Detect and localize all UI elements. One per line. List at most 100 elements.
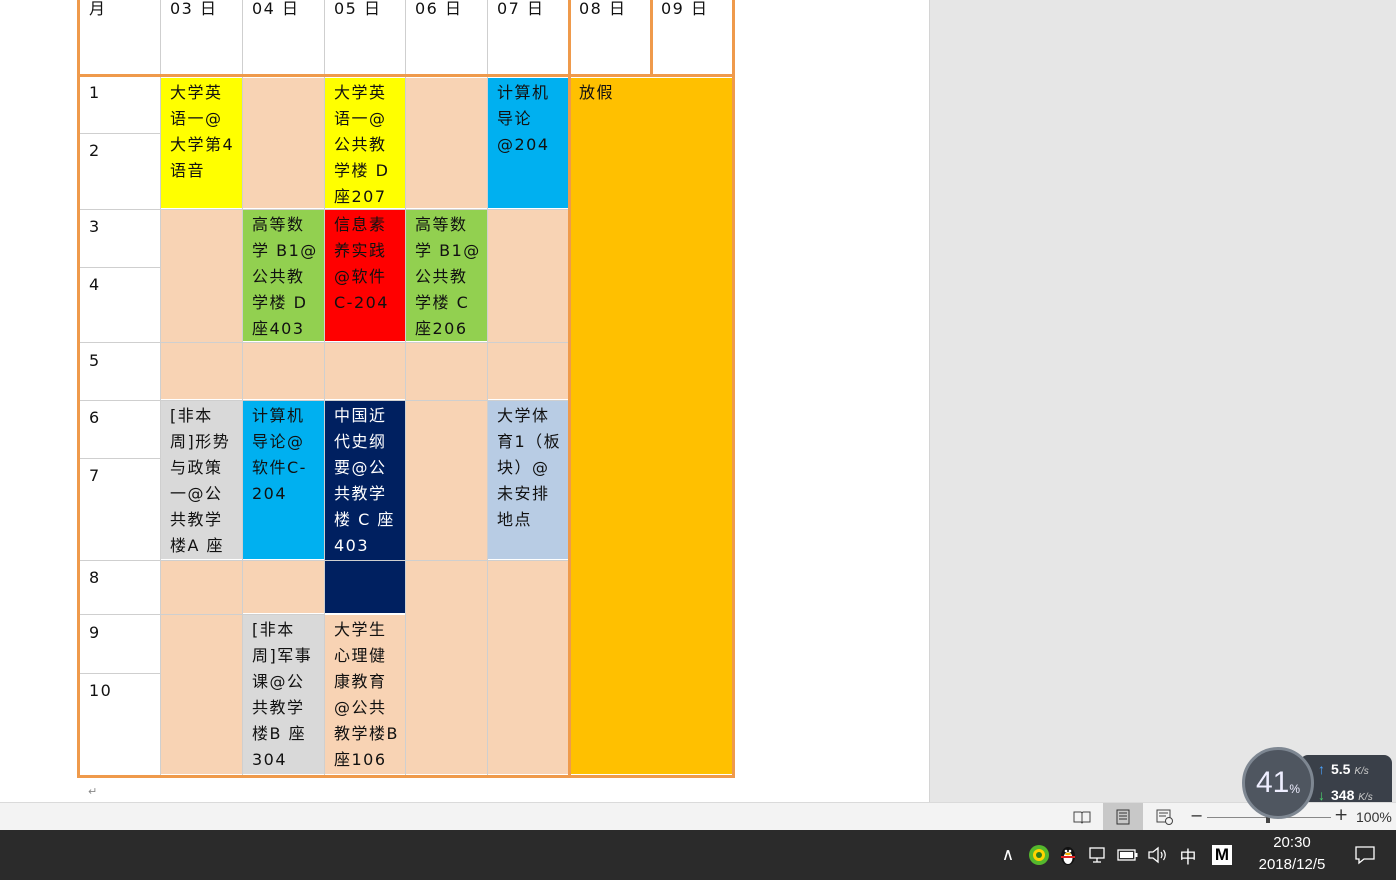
tray-app-icon[interactable] (1026, 842, 1052, 868)
header-day-04: 04 日 (252, 0, 300, 18)
course-cell[interactable]: [非本周]军事课@公共教学楼B 座304 (243, 615, 324, 774)
download-speed: 348 (1331, 787, 1355, 803)
status-bar: − + 100% (0, 802, 1396, 831)
grid-line (80, 267, 160, 268)
document-page[interactable]: 月 03 日 04 日 05 日 06 日 07 日 08 日 09 日 1 2… (0, 0, 929, 802)
paragraph-mark: ↵ (88, 785, 98, 798)
qq-tray-icon[interactable] (1055, 842, 1081, 868)
usage-percent-unit: % (1289, 782, 1301, 796)
row-label-10: 10 (89, 681, 113, 700)
web-layout-icon (1156, 809, 1173, 825)
ime-button[interactable]: 中 (1176, 842, 1200, 868)
empty-cell[interactable] (488, 561, 569, 774)
header-day-05: 05 日 (334, 0, 382, 18)
course-cell[interactable]: 大学生心理健康教育@公共教学楼B 座106 (325, 615, 405, 774)
grid-line (487, 0, 488, 776)
speaker-icon (1148, 846, 1166, 864)
zoom-out-button[interactable]: − (1190, 806, 1203, 825)
clock-date[interactable]: 2018/12/5 (1246, 856, 1338, 873)
show-hidden-icons-button[interactable]: ∧ (996, 842, 1020, 868)
action-center-button[interactable] (1350, 842, 1380, 868)
empty-cell[interactable] (243, 78, 324, 208)
grid-line (80, 209, 569, 210)
book-icon (1073, 811, 1091, 824)
upload-speed: 5.5 (1331, 761, 1351, 777)
zoom-in-button[interactable]: + (1334, 805, 1348, 825)
table-border (650, 0, 653, 75)
upload-arrow-icon: ↑ (1318, 761, 1325, 777)
battery-icon (1117, 849, 1138, 861)
header-day-09: 09 日 (661, 0, 709, 18)
course-cell[interactable]: 计算机导论@软件C-204 (243, 401, 324, 559)
battery-button[interactable] (1116, 842, 1140, 868)
header-month: 月 (89, 0, 107, 18)
penguin-icon (1061, 847, 1075, 865)
course-cell[interactable]: 高等数学 B1@公共教学楼 D 座403 (243, 210, 324, 341)
grid-line (80, 673, 160, 674)
course-cell[interactable]: 中国近代史纲要@公共教学楼 C 座403 (325, 401, 405, 613)
row-label-1: 1 (89, 83, 101, 102)
grid-line (80, 560, 569, 561)
course-cell[interactable]: 大学英语一@大学第4语音 (161, 78, 242, 208)
course-cell[interactable]: 高等数学 B1@公共教学楼 C 座206 (406, 210, 487, 341)
schedule-table: 月 03 日 04 日 05 日 06 日 07 日 08 日 09 日 1 2… (0, 0, 929, 802)
grid-line (80, 400, 569, 401)
volume-button[interactable] (1146, 842, 1170, 868)
empty-cell[interactable] (406, 78, 487, 208)
network-button[interactable] (1086, 842, 1110, 868)
read-mode-button[interactable] (1062, 803, 1102, 831)
row-label-7: 7 (89, 466, 101, 485)
course-cell[interactable]: 信息素养实践@软件C-204 (325, 210, 405, 341)
notification-icon (1355, 846, 1375, 865)
empty-cell[interactable] (488, 210, 569, 399)
empty-cell[interactable] (325, 343, 405, 399)
empty-cell[interactable] (406, 343, 487, 774)
grid-line (405, 0, 406, 776)
grid-line (80, 342, 569, 343)
m-icon: M (1211, 845, 1233, 865)
grid-line (242, 0, 243, 776)
ime-label: 中 (1179, 847, 1197, 868)
table-border (77, 0, 80, 778)
row-label-8: 8 (89, 568, 101, 587)
table-border (568, 0, 571, 778)
web-layout-button[interactable] (1145, 803, 1185, 831)
row-label-9: 9 (89, 623, 101, 642)
table-border (77, 74, 735, 77)
course-cell[interactable]: 大学英语一@公共教学楼 D 座207 (325, 78, 405, 208)
grid-line (80, 133, 160, 134)
print-layout-button[interactable] (1103, 803, 1143, 831)
row-label-5: 5 (89, 351, 101, 370)
usage-percent: 41 (1255, 766, 1290, 799)
zoom-level[interactable]: 100% (1356, 809, 1392, 825)
header-day-08: 08 日 (579, 0, 627, 18)
page-layout-icon (1116, 809, 1130, 825)
empty-cell[interactable] (161, 561, 242, 774)
clock-time[interactable]: 20:30 (1252, 834, 1332, 851)
header-day-06: 06 日 (415, 0, 463, 18)
header-day-03: 03 日 (170, 0, 218, 18)
empty-cell[interactable] (243, 561, 324, 613)
security-app-icon (1029, 845, 1049, 865)
course-cell[interactable]: 计算机导论@204 (488, 78, 569, 208)
grid-line (160, 0, 161, 776)
course-cell[interactable]: 大学体育1（板块）@未安排地点 (488, 401, 569, 559)
network-icon (1089, 847, 1105, 863)
empty-cell[interactable] (243, 343, 324, 399)
m-app-button[interactable]: M (1208, 842, 1236, 868)
grid-line (80, 614, 325, 615)
memory-usage-gauge[interactable]: 41% (1242, 747, 1314, 819)
row-label-3: 3 (89, 217, 101, 236)
holiday-cell[interactable]: 放假 (570, 78, 733, 774)
taskbar: ∧ 中 M 20:30 2018/12/5 (0, 830, 1396, 880)
header-day-07: 07 日 (497, 0, 545, 18)
course-cell[interactable]: [非本周]形势与政策一@公共教学楼A 座406 (161, 401, 242, 559)
grid-line (80, 458, 160, 459)
row-label-2: 2 (89, 141, 101, 160)
chevron-up-icon: ∧ (1001, 845, 1015, 865)
grid-line (324, 0, 325, 776)
row-label-6: 6 (89, 408, 101, 427)
empty-cell[interactable] (161, 210, 242, 399)
table-border (732, 0, 735, 778)
table-border (77, 775, 735, 778)
